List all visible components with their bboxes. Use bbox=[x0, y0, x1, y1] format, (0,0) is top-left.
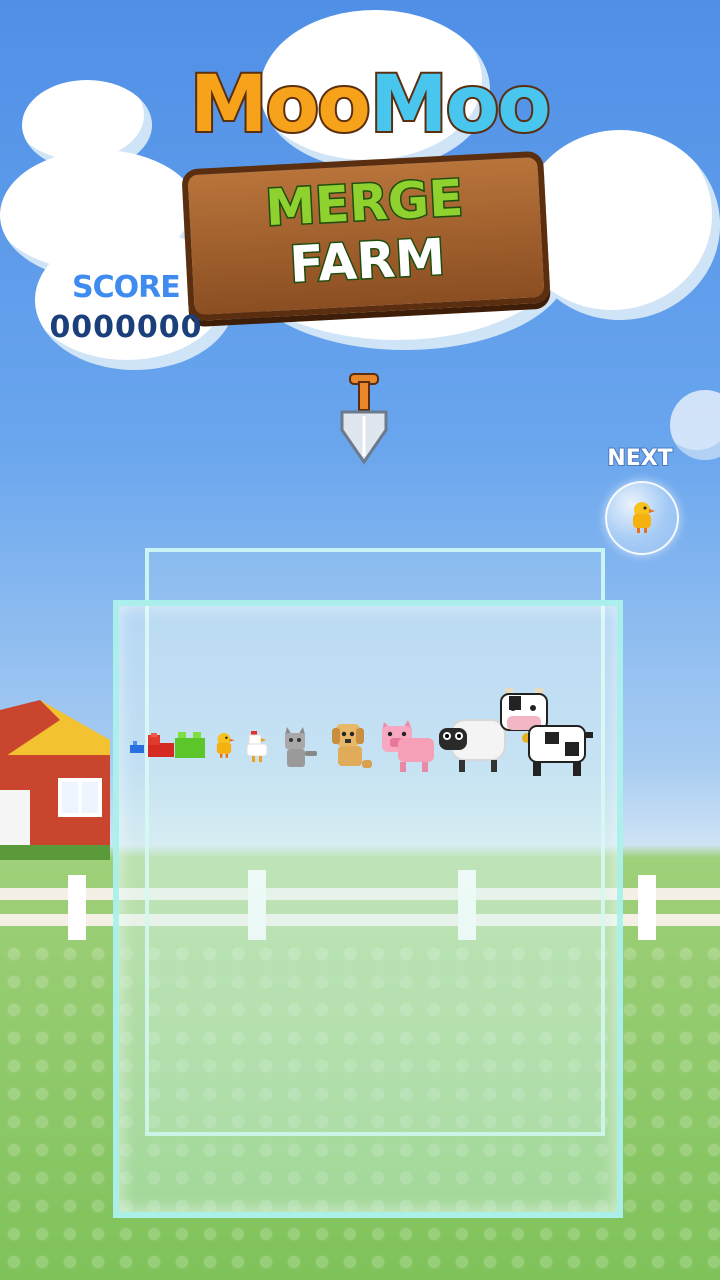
cat-icon bbox=[285, 727, 317, 767]
barn bbox=[0, 700, 110, 860]
sheep-icon bbox=[439, 719, 506, 772]
evolution-chain bbox=[125, 680, 605, 790]
game-logo: Moo Moo MERGE FARM bbox=[165, 58, 555, 322]
next-label: NEXT bbox=[606, 445, 673, 472]
chick-icon bbox=[633, 502, 655, 533]
logo-text-moo-left: Moo bbox=[188, 58, 373, 152]
logo-text-moo-right: Moo bbox=[368, 58, 553, 152]
green-brick-icon bbox=[175, 732, 205, 758]
pig-icon bbox=[382, 720, 434, 772]
red-brick-icon bbox=[148, 733, 174, 757]
dog-icon bbox=[332, 724, 372, 768]
score-label: SCORE bbox=[71, 269, 182, 306]
chick-icon bbox=[216, 733, 235, 758]
shovel-icon[interactable] bbox=[336, 372, 392, 466]
wooden-sign: MERGE FARM bbox=[181, 150, 551, 322]
cow-icon bbox=[500, 688, 593, 776]
score-value: 0000000 bbox=[49, 310, 203, 345]
chicken-icon bbox=[246, 731, 268, 762]
next-bubble bbox=[605, 481, 679, 555]
blue-brick-icon bbox=[130, 741, 144, 753]
